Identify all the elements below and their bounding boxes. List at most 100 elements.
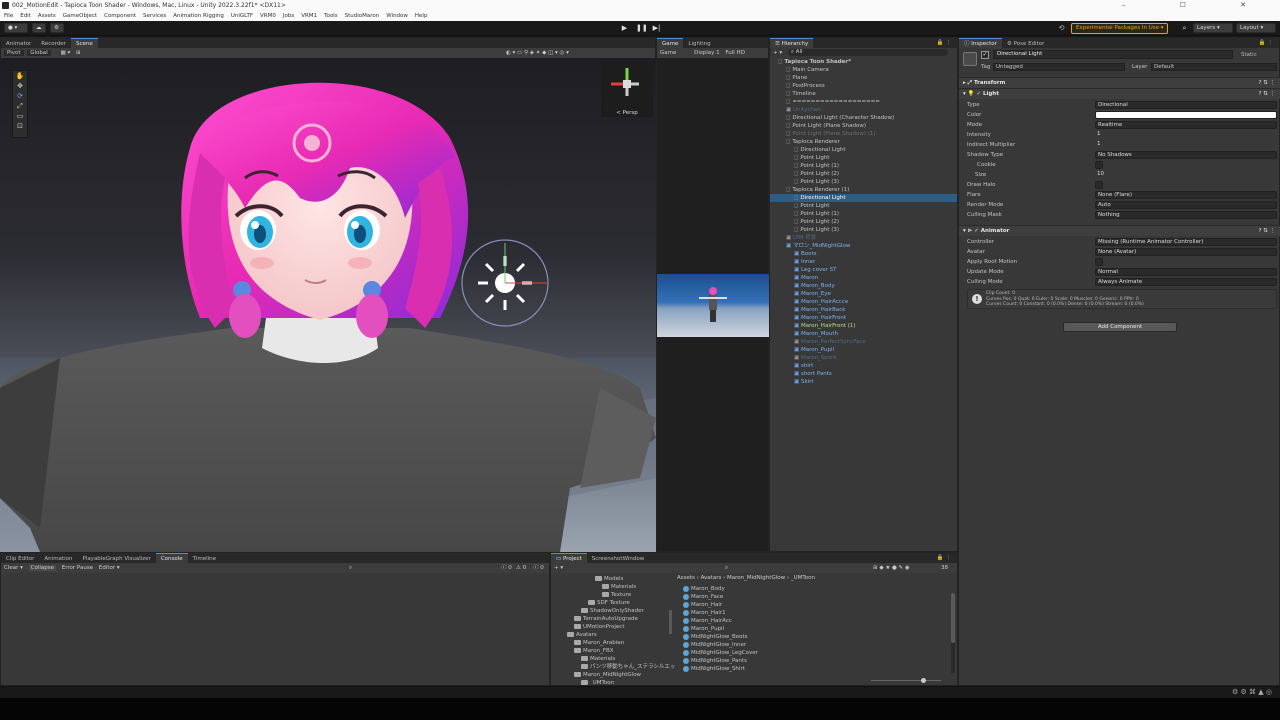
collab-icon[interactable]: ⚙ xyxy=(50,23,64,33)
panel-menu-icon[interactable]: 🔒 ⋮ xyxy=(937,38,951,48)
history-icon[interactable]: ⟲ xyxy=(1057,24,1066,33)
asset-item[interactable]: MidNightGlow_LegCover xyxy=(683,649,943,657)
tab-scene[interactable]: Scene xyxy=(70,38,98,48)
hierarchy-item[interactable]: ◻ Point Light (Plane Shadow) (1) xyxy=(770,130,957,138)
menu-item-gameobject[interactable]: GameObject xyxy=(63,13,97,19)
hand-tool-icon[interactable]: ✋ xyxy=(13,71,27,81)
pause-icon[interactable]: ❚❚ xyxy=(636,24,648,33)
field-value[interactable]: Normal xyxy=(1095,268,1277,276)
field-value[interactable]: Directional xyxy=(1095,101,1277,109)
folder-item[interactable]: SDF Texture xyxy=(555,599,675,607)
hierarchy-item[interactable]: ▣ Leg cover ST xyxy=(770,266,957,274)
asset-item[interactable]: Maron_Hair1 xyxy=(683,609,943,617)
field-value[interactable]: 1 xyxy=(1095,131,1277,139)
hierarchy-item[interactable]: ▣ マロン_MidNightGlow xyxy=(770,242,957,250)
experimental-packages-badge[interactable]: Experimental Packages In Use ▾ xyxy=(1071,23,1169,34)
folder-item[interactable]: Materials xyxy=(555,583,675,591)
asset-item[interactable]: MidNightGlow_Shirt xyxy=(683,665,943,673)
asset-item[interactable]: Maron_HairAcc xyxy=(683,617,943,625)
field-value[interactable]: Nothing xyxy=(1095,211,1277,219)
window-controls[interactable]: – ☐ ✕ xyxy=(1122,0,1272,11)
hierarchy-item[interactable]: ◻ Tapioca Toon Shader* xyxy=(770,58,957,66)
hierarchy-item[interactable]: ◻ Point Light xyxy=(770,154,957,162)
scene-view-options[interactable]: ◐ ▾ ▭ ⚲ ◈ ✦ ◆ ◫ ▾ ◎ ▾ xyxy=(506,48,569,58)
hierarchy-item[interactable]: ◻ Point Light (2) xyxy=(770,218,957,226)
breadcrumb-item[interactable]: Assets xyxy=(677,575,695,581)
hierarchy-item[interactable]: ◻ Plane xyxy=(770,74,957,82)
hierarchy-item[interactable]: ▣ Maron_Body xyxy=(770,282,957,290)
hierarchy-item[interactable]: ▣ Maron_Spark xyxy=(770,354,957,362)
display-dropdown[interactable]: Display 1 xyxy=(694,50,720,56)
folder-item[interactable]: UMotionProject xyxy=(555,623,675,631)
folder-item[interactable]: Maron_MidNightGlow xyxy=(555,671,675,679)
cloud-icon[interactable]: ☁ xyxy=(32,23,46,33)
menu-item-vrm1[interactable]: VRM1 xyxy=(301,13,317,19)
scale-tool-icon[interactable]: ⤢ xyxy=(13,101,27,111)
menu-item-unigltf[interactable]: UniGLTF xyxy=(231,13,253,19)
menu-item-services[interactable]: Services xyxy=(143,13,166,19)
step-icon[interactable]: ▶| xyxy=(652,24,661,33)
account-button[interactable]: ● ▾ xyxy=(4,23,28,33)
folder-item[interactable]: Texture xyxy=(555,591,675,599)
hierarchy-item[interactable]: ▣ Unitychan xyxy=(770,106,957,114)
folder-item[interactable]: Models xyxy=(555,575,675,583)
global-dropdown[interactable]: Global xyxy=(27,50,51,56)
hierarchy-item[interactable]: ▣ Skirt xyxy=(770,378,957,386)
active-checkbox[interactable]: ✓ xyxy=(981,51,989,59)
hierarchy-item[interactable]: ▣ Maron_Pupil xyxy=(770,346,957,354)
tab-inspector[interactable]: ⓘ Inspector xyxy=(959,38,1002,48)
animator-header[interactable]: ▾ ⊳ ✓ Animator? ⇅ ⋮ xyxy=(959,225,1280,236)
hierarchy-item[interactable]: ◻ PostProcess xyxy=(770,82,957,90)
folder-item[interactable]: Maron_Arabian xyxy=(555,639,675,647)
folder-tree-scrollbar[interactable] xyxy=(669,610,672,634)
game-mode-dropdown[interactable]: Game xyxy=(660,50,676,56)
project-search-icon[interactable]: ⌕ xyxy=(725,563,728,573)
error-pause-toggle[interactable]: Error Pause xyxy=(62,565,93,571)
field-value[interactable]: No Shadows xyxy=(1095,151,1277,159)
add-object-button[interactable]: + ▾ xyxy=(773,50,782,56)
hierarchy-item[interactable]: ◻ Directional Light (Character Shadow) xyxy=(770,114,957,122)
tag-dropdown[interactable]: Untagged xyxy=(993,63,1125,71)
log-count[interactable]: ⓘ 0 xyxy=(501,563,512,573)
menu-item-studiomaron[interactable]: StudioMaron xyxy=(345,13,380,19)
layout-dropdown[interactable]: Layout ▾ xyxy=(1236,23,1276,33)
hierarchy-item[interactable]: ▣ shirt xyxy=(770,362,957,370)
folder-item[interactable]: TerrainAutoUpgrade xyxy=(555,615,675,623)
field-value[interactable]: None (Flare) xyxy=(1095,191,1277,199)
hierarchy-item[interactable]: ◻ Tapioca Renderer xyxy=(770,138,957,146)
create-asset-button[interactable]: + ▾ xyxy=(554,565,563,571)
menu-item-component[interactable]: Component xyxy=(104,13,136,19)
hierarchy-item[interactable]: ▣ Maron xyxy=(770,274,957,282)
console-search-icon[interactable]: ⌕ xyxy=(349,563,352,573)
snap-icon[interactable]: ⊞ xyxy=(76,50,81,56)
hierarchy-item[interactable]: ◻ Point Light (3) xyxy=(770,226,957,234)
folder-item[interactable]: _UMToon xyxy=(555,679,675,685)
hierarchy-item[interactable]: ▣ short Pants xyxy=(770,370,957,378)
hierarchy-item[interactable]: ◻ =================== xyxy=(770,98,957,106)
hierarchy-item[interactable]: ◻ Tapioca Renderer (1) xyxy=(770,186,957,194)
tab-console[interactable]: Console xyxy=(155,553,188,563)
hierarchy-item[interactable]: ▣ Maron_HairAccce xyxy=(770,298,957,306)
error-count[interactable]: ⓘ 0 xyxy=(533,563,544,573)
play-icon[interactable]: ▶ xyxy=(620,24,629,33)
static-toggle[interactable]: Static xyxy=(1241,50,1257,60)
folder-item[interactable]: ShadowOnlyShader xyxy=(555,607,675,615)
folder-item[interactable]: Avatars xyxy=(555,631,675,639)
transform-header[interactable]: ▸ ⤢ Transform? ⇅ ⋮ xyxy=(959,77,1280,88)
folder-item[interactable]: パンツ移動ちゃん_ステラシルエット xyxy=(555,663,675,671)
transform-tool-icon[interactable]: ⊡ xyxy=(13,121,27,131)
hierarchy-item[interactable]: ◻ Point Light (1) xyxy=(770,162,957,170)
breadcrumb-item[interactable]: _UMToon xyxy=(791,575,815,581)
move-tool-icon[interactable]: ✥ xyxy=(13,81,27,91)
menu-item-assets[interactable]: Assets xyxy=(38,13,56,19)
tab-hierarchy[interactable]: ☰ Hierarchy xyxy=(770,38,814,48)
field-value[interactable]: Auto xyxy=(1095,201,1277,209)
object-name-field[interactable]: Directional Light xyxy=(993,50,1233,59)
warning-count[interactable]: ⚠ 0 xyxy=(516,563,526,573)
layer-dropdown[interactable]: Default xyxy=(1151,63,1277,71)
tab-pose-editor[interactable]: ⚙ Pose Editor xyxy=(1002,39,1049,49)
hierarchy-item[interactable]: ◻ Directional Light xyxy=(770,194,957,202)
hierarchy-item[interactable]: ▣ Maron_Mouth xyxy=(770,330,957,338)
field-value[interactable]: 10 xyxy=(1095,171,1277,179)
grid-icon[interactable]: ▦ ▾ xyxy=(61,50,71,56)
